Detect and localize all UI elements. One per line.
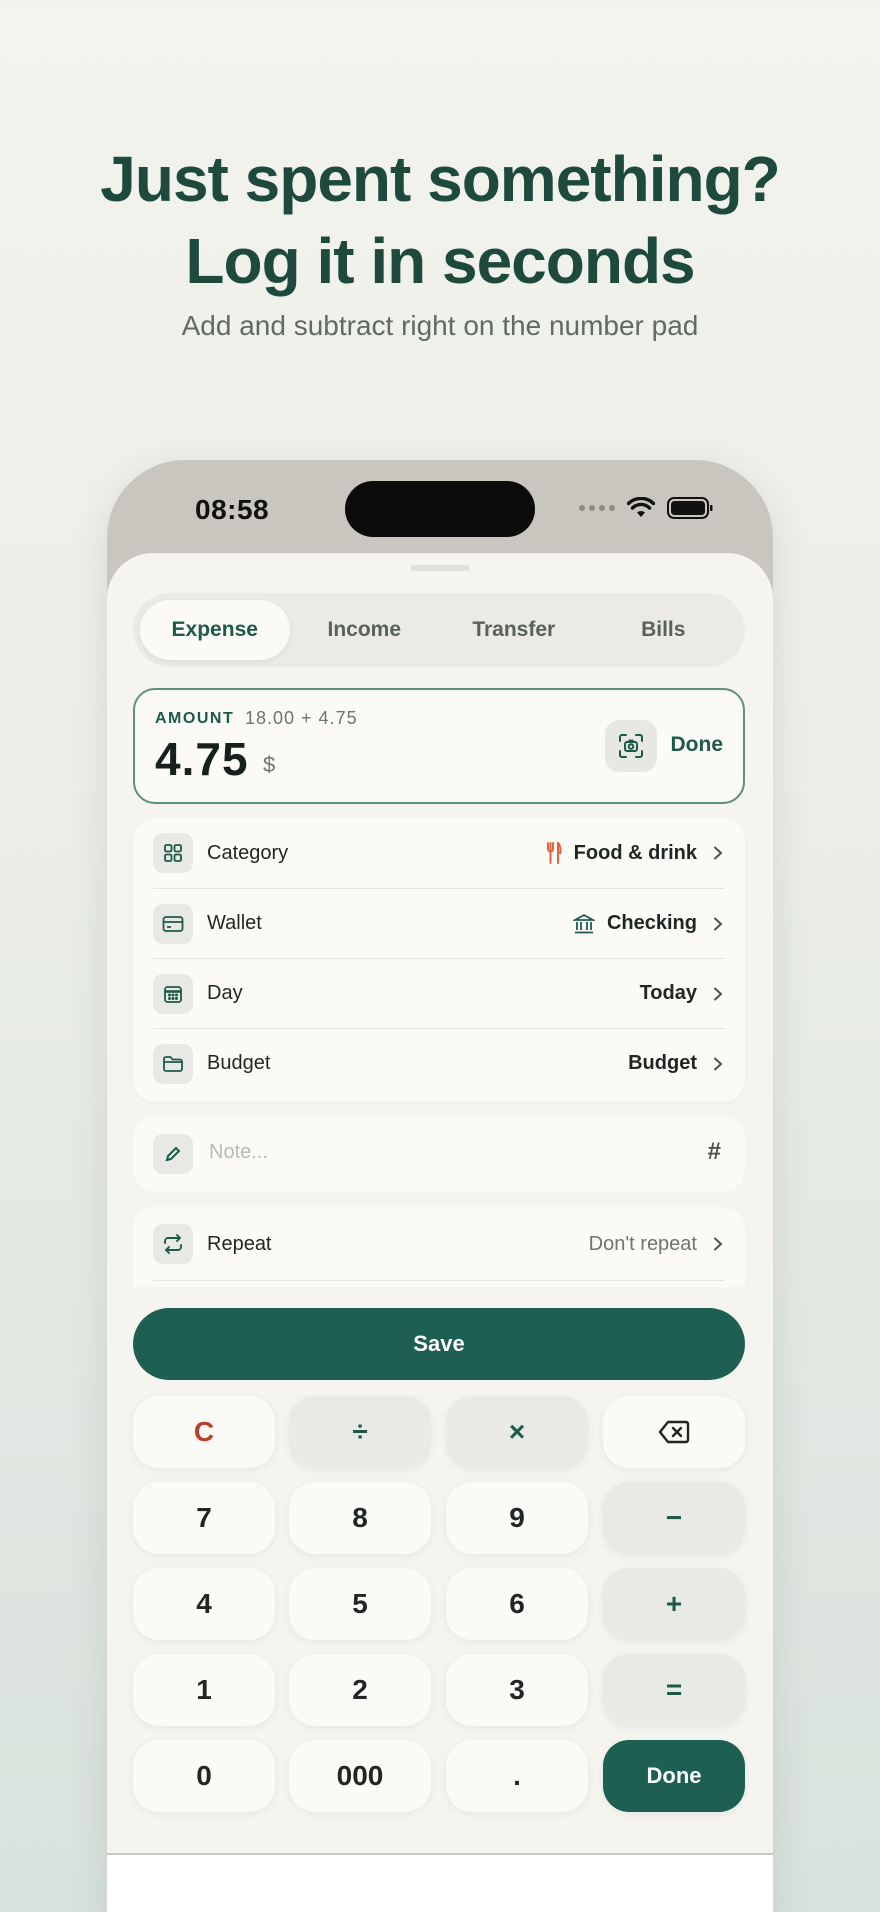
chevron-right-icon: [714, 917, 723, 930]
key-5[interactable]: 5: [289, 1568, 431, 1640]
note-placeholder: Note...: [209, 1141, 268, 1163]
key-000[interactable]: 000: [289, 1740, 431, 1812]
key-plus[interactable]: +: [603, 1568, 745, 1640]
key-divide[interactable]: ÷: [289, 1396, 431, 1468]
keypad-done-button[interactable]: Done: [603, 1740, 745, 1812]
scan-receipt-button[interactable]: [605, 720, 657, 772]
headline-line-1: Just spent something?: [100, 143, 781, 215]
key-8[interactable]: 8: [289, 1482, 431, 1554]
tag-button[interactable]: #: [708, 1138, 721, 1166]
dynamic-island: [345, 481, 535, 537]
wallet-label: Wallet: [207, 912, 262, 934]
budget-label: Budget: [207, 1052, 271, 1074]
status-time: 08:58: [195, 494, 270, 525]
key-9[interactable]: 9: [446, 1482, 588, 1554]
repeat-row[interactable]: Repeat Don't repeat: [153, 1207, 725, 1281]
day-row[interactable]: Day Today: [153, 958, 725, 1028]
repeat-section: Repeat Don't repeat: [133, 1207, 745, 1287]
wallet-row[interactable]: Wallet Checking: [153, 888, 725, 958]
backspace-icon: [658, 1420, 690, 1444]
battery-icon: [667, 497, 713, 519]
tab-expense[interactable]: Expense: [140, 600, 290, 660]
chevron-right-icon: [714, 1237, 723, 1251]
repeat-label: Repeat: [207, 1232, 272, 1255]
wifi-icon: [627, 497, 655, 517]
key-1[interactable]: 1: [133, 1654, 275, 1726]
fork-knife-icon: [546, 841, 562, 864]
phone-frame: 08:58 Expense Income Transfer Bills AMOU…: [107, 460, 773, 1912]
pencil-icon: [153, 1134, 193, 1174]
camera-scan-icon: [619, 734, 643, 758]
repeat-icon: [153, 1224, 193, 1264]
key-3[interactable]: 3: [446, 1654, 588, 1726]
amount-done-button[interactable]: Done: [671, 733, 724, 757]
key-equals[interactable]: =: [603, 1654, 745, 1726]
category-value-text: Food & drink: [573, 841, 697, 864]
category-row[interactable]: Category Food & drink: [153, 818, 725, 888]
amount-label: AMOUNT: [155, 710, 235, 727]
chevron-right-icon: [714, 846, 723, 860]
key-backspace[interactable]: [603, 1396, 745, 1468]
key-minus[interactable]: −: [603, 1482, 745, 1554]
key-4[interactable]: 4: [133, 1568, 275, 1640]
save-button[interactable]: Save: [133, 1308, 745, 1380]
headline: Just spent something? Log it in seconds: [0, 138, 880, 302]
type-tabs: Expense Income Transfer Bills: [133, 593, 745, 667]
note-field[interactable]: Note... #: [133, 1116, 745, 1192]
details-list: Category Food & drink Wallet Checking Da…: [133, 818, 745, 1102]
expense-sheet: Expense Income Transfer Bills AMOUNT 18.…: [107, 553, 773, 1853]
background-sheet-peek: [107, 1855, 773, 1912]
repeat-value: Don't repeat: [588, 1232, 697, 1255]
day-value: Today: [639, 982, 697, 1004]
day-label: Day: [207, 982, 243, 1004]
tab-transfer[interactable]: Transfer: [439, 600, 589, 660]
bank-icon: [572, 913, 595, 933]
tab-bills[interactable]: Bills: [589, 600, 739, 660]
key-clear[interactable]: C: [133, 1396, 275, 1468]
key-6[interactable]: 6: [446, 1568, 588, 1640]
chevron-right-icon: [714, 987, 723, 1000]
amount-field[interactable]: AMOUNT 18.00 + 4.75 4.75 $ Done: [133, 688, 745, 804]
calendar-icon: [153, 973, 193, 1014]
grid-icon: [153, 833, 193, 873]
amount-expression: 18.00 + 4.75: [245, 708, 358, 728]
divider: [153, 1280, 725, 1281]
card-icon: [153, 903, 193, 944]
key-7[interactable]: 7: [133, 1482, 275, 1554]
budget-value: Budget: [628, 1052, 697, 1074]
folder-icon: [153, 1043, 193, 1084]
key-2[interactable]: 2: [289, 1654, 431, 1726]
amount-value: 4.75: [155, 733, 249, 785]
budget-row[interactable]: Budget Budget: [153, 1028, 725, 1098]
tab-income[interactable]: Income: [290, 600, 440, 660]
wallet-value-text: Checking: [606, 912, 697, 934]
chevron-right-icon: [714, 1057, 723, 1070]
sheet-grabber[interactable]: [410, 565, 470, 571]
signal-icon: [579, 505, 615, 511]
key-0[interactable]: 0: [133, 1740, 275, 1812]
key-multiply[interactable]: ×: [446, 1396, 588, 1468]
category-value: Food & drink: [546, 841, 697, 865]
amount-currency: $: [263, 752, 276, 777]
subtitle: Add and subtract right on the number pad: [181, 310, 699, 341]
category-label: Category: [207, 841, 289, 864]
status-icons: [579, 496, 713, 520]
headline-line-2: Log it in seconds: [185, 225, 695, 297]
key-decimal[interactable]: .: [446, 1740, 588, 1812]
wallet-value: Checking: [572, 912, 697, 935]
